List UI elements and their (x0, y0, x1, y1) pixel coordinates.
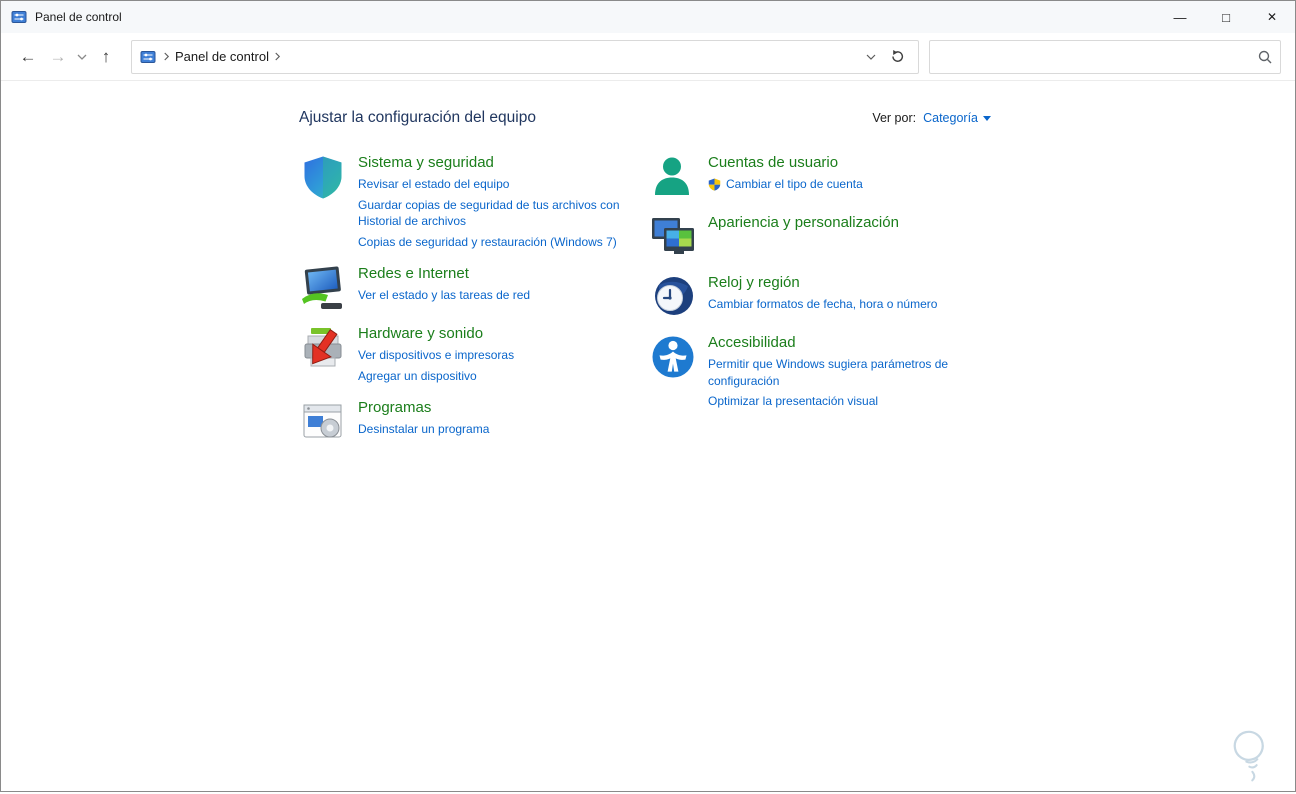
system-security-shield-icon[interactable] (299, 153, 347, 201)
user-silhouette-icon[interactable] (649, 153, 697, 201)
window-controls: — □ ✕ (1157, 1, 1295, 33)
breadcrumb-chevron-icon[interactable] (163, 52, 170, 61)
program-window-icon[interactable] (299, 398, 347, 446)
control-panel-icon (11, 9, 27, 25)
window-title: Panel de control (35, 10, 122, 24)
category-columns: Sistema y seguridad Revisar el estado de… (299, 153, 991, 458)
view-by-label: Ver por: (872, 111, 917, 125)
dual-monitors-icon[interactable] (649, 213, 697, 261)
category-hardware-sound: Hardware y sonido Ver dispositivos e imp… (299, 324, 649, 388)
category-title-network-internet[interactable]: Redes e Internet (358, 265, 469, 282)
category-column-left: Sistema y seguridad Revisar el estado de… (299, 153, 649, 458)
category-user-accounts: Cuentas de usuario Cambiar el tipo de cu… (649, 153, 991, 203)
printer-arrow-icon[interactable] (299, 324, 347, 372)
view-by-dropdown[interactable]: Categoría (923, 111, 991, 125)
category-body: Sistema y seguridad Revisar el estado de… (358, 153, 636, 254)
breadcrumb-control-panel[interactable]: Panel de control (175, 49, 269, 64)
link-windows-suggest-settings[interactable]: Permitir que Windows sugiera parámetros … (708, 356, 962, 389)
address-dropdown-chevron-icon[interactable] (858, 43, 884, 71)
link-file-history-backup[interactable]: Guardar copias de seguridad de tus archi… (358, 197, 636, 230)
title-bar: Panel de control — □ ✕ (1, 1, 1295, 33)
category-title-hardware-sound[interactable]: Hardware y sonido (358, 325, 483, 342)
refresh-icon[interactable] (884, 43, 910, 71)
link-uninstall-program[interactable]: Desinstalar un programa (358, 421, 489, 438)
breadcrumb-chevron-icon[interactable] (274, 52, 281, 61)
category-programs: Programas Desinstalar un programa (299, 398, 649, 448)
accessibility-person-icon[interactable] (649, 333, 697, 381)
dropdown-arrow-icon (983, 115, 991, 121)
category-accessibility: Accesibilidad Permitir que Windows sugie… (649, 333, 991, 414)
link-devices-printers[interactable]: Ver dispositivos e impresoras (358, 347, 514, 364)
category-system-security: Sistema y seguridad Revisar el estado de… (299, 153, 649, 254)
category-body: Redes e Internet Ver el estado y las tar… (358, 264, 530, 314)
category-title-appearance[interactable]: Apariencia y personalización (708, 214, 899, 231)
network-monitor-icon[interactable] (299, 264, 347, 312)
category-appearance-personalization: Apariencia y personalización (649, 213, 991, 263)
category-title-programs[interactable]: Programas (358, 399, 431, 416)
category-title-clock-region[interactable]: Reloj y región (708, 274, 800, 291)
link-network-status-tasks[interactable]: Ver el estado y las tareas de red (358, 287, 530, 304)
page-title: Ajustar la configuración del equipo (299, 109, 536, 126)
category-body: Cuentas de usuario Cambiar el tipo de cu… (708, 153, 863, 203)
up-button[interactable]: ↑ (91, 42, 121, 72)
category-body: Apariencia y personalización (708, 213, 899, 263)
clock-globe-icon[interactable] (649, 273, 697, 321)
header-row: Ajustar la configuración del equipo Ver … (299, 109, 991, 127)
category-column-right: Cuentas de usuario Cambiar el tipo de cu… (649, 153, 991, 458)
category-clock-region: Reloj y región Cambiar formatos de fecha… (649, 273, 991, 323)
uac-shield-icon (708, 178, 721, 191)
category-title-system-security[interactable]: Sistema y seguridad (358, 154, 494, 171)
category-body: Accesibilidad Permitir que Windows sugie… (708, 333, 962, 414)
link-change-account-type[interactable]: Cambiar el tipo de cuenta (708, 176, 863, 193)
recent-locations-chevron-icon[interactable] (73, 42, 91, 72)
search-icon[interactable] (1258, 50, 1272, 64)
forward-button[interactable]: → (43, 42, 73, 72)
control-panel-home: Ajustar la configuración del equipo Ver … (1, 81, 1295, 458)
link-add-device[interactable]: Agregar un dispositivo (358, 368, 514, 385)
link-optimize-visual-display[interactable]: Optimizar la presentación visual (708, 393, 962, 410)
link-backup-restore-windows7[interactable]: Copias de seguridad y restauración (Wind… (358, 234, 636, 251)
link-check-computer-status[interactable]: Revisar el estado del equipo (358, 176, 636, 193)
category-body: Programas Desinstalar un programa (358, 398, 489, 448)
address-bar[interactable]: Panel de control (131, 39, 919, 74)
category-network-internet: Redes e Internet Ver el estado y las tar… (299, 264, 649, 314)
link-change-account-type-label: Cambiar el tipo de cuenta (726, 177, 863, 191)
link-change-date-time-formats[interactable]: Cambiar formatos de fecha, hora o número (708, 296, 937, 313)
category-title-user-accounts[interactable]: Cuentas de usuario (708, 154, 838, 171)
category-body: Hardware y sonido Ver dispositivos e imp… (358, 324, 514, 388)
navigation-toolbar: ← → ↑ Panel de control (1, 33, 1295, 81)
search-box[interactable] (929, 39, 1281, 74)
view-by-value: Categoría (923, 111, 978, 125)
maximize-button[interactable]: □ (1203, 1, 1249, 33)
category-title-accessibility[interactable]: Accesibilidad (708, 334, 796, 351)
lightbulb-watermark-icon (1217, 719, 1285, 794)
category-body: Reloj y región Cambiar formatos de fecha… (708, 273, 937, 323)
back-button[interactable]: ← (13, 42, 43, 72)
control-panel-icon (140, 49, 156, 65)
view-by-control: Ver por: Categoría (872, 111, 991, 125)
search-input[interactable] (938, 49, 1252, 64)
minimize-button[interactable]: — (1157, 1, 1203, 33)
close-button[interactable]: ✕ (1249, 1, 1295, 33)
